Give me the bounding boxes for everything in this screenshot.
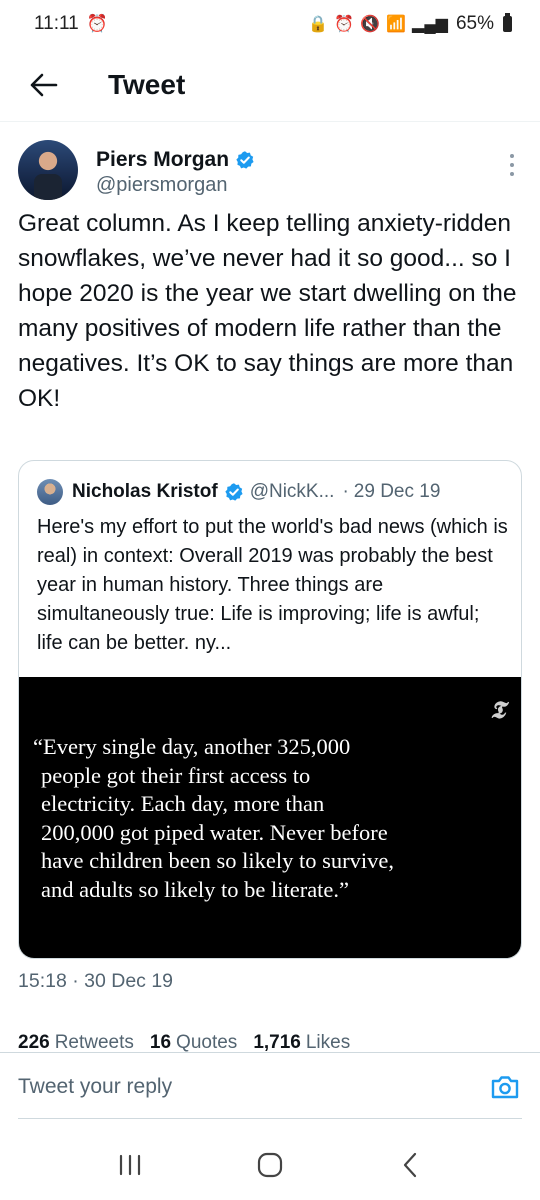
engagement-stats: 226 Retweets 16 Quotes 1,716 Likes (18, 1032, 522, 1052)
more-options-button[interactable] (500, 150, 524, 180)
quote-image-text: “Every single day, another 325,000 peopl… (33, 733, 493, 904)
chevron-left-icon (403, 1152, 417, 1178)
avatar[interactable] (18, 140, 78, 200)
camera-button[interactable] (488, 1070, 522, 1104)
battery-icon (503, 13, 512, 32)
author-handle[interactable]: @piersmorgan (96, 174, 255, 197)
retweets-label: Retweets (54, 1032, 134, 1052)
reply-bar: Tweet your reply (0, 1052, 540, 1120)
mute-icon: 🔇 (360, 16, 381, 33)
status-bar: 11:11 ⏰ 🔒 ⏰ 🔇 📶 ▂▄▆ 65% (0, 0, 540, 48)
home-button[interactable] (240, 1140, 300, 1190)
camera-icon (491, 1075, 519, 1098)
quote-text: Here's my effort to put the world's bad … (37, 516, 508, 654)
signal-icon: ▂▄▆ (412, 16, 448, 33)
retweets-count: 226 (18, 1032, 50, 1052)
likes-stat[interactable]: 1,716 Likes (253, 1032, 350, 1052)
likes-count: 1,716 (253, 1032, 301, 1052)
alarm-icon: ⏰ (86, 14, 108, 33)
image-text-line: 200,000 got piped water. Never before (41, 819, 388, 845)
back-nav-button[interactable] (380, 1140, 440, 1190)
nyt-logo-icon: 𝕿 (490, 695, 505, 724)
more-dot (510, 154, 514, 158)
image-text-line: people got their first access to (41, 762, 311, 788)
quote-image[interactable]: 𝕿 “Every single day, another 325,000 peo… (19, 677, 521, 958)
quotes-stat[interactable]: 16 Quotes (150, 1032, 237, 1052)
page-title: Tweet (108, 68, 186, 100)
recent-apps-icon (119, 1154, 141, 1176)
tweet-author: Piers Morgan @piersmorgan (18, 140, 528, 204)
image-text-line: “Every single day, another 325,000 (33, 734, 351, 759)
quotes-count: 16 (149, 1032, 172, 1052)
lock-icon: 🔒 (308, 16, 329, 33)
system-nav-bar (0, 1130, 540, 1200)
image-text-line: electricity. Each day, more than (41, 791, 325, 816)
quote-author-handle: @NickK... (249, 481, 335, 502)
tweet-text: Great column. As I keep telling anxiety-… (18, 210, 517, 412)
tweet-timestamp[interactable]: 15:18 · 30 Dec 19 (18, 970, 173, 993)
alarm-icon: ⏰ (334, 16, 355, 33)
author-names: Piers Morgan @piersmorgan (96, 140, 255, 204)
author-name-line: Piers Morgan (96, 148, 255, 172)
recent-apps-button[interactable] (100, 1140, 160, 1190)
verified-badge-icon (236, 150, 254, 169)
wifi-icon: 📶 (386, 16, 407, 33)
status-time: 11:11 (34, 13, 79, 34)
author-name[interactable]: Piers Morgan (96, 148, 229, 172)
battery-level: 65% (455, 13, 494, 34)
reply-divider (18, 1118, 522, 1119)
more-dot (510, 172, 514, 176)
quote-date: 29 Dec 19 (353, 481, 441, 502)
more-dot (510, 163, 514, 167)
quoted-tweet-card[interactable]: Nicholas Kristof @NickK... · 29 Dec 19 H… (18, 460, 522, 959)
quote-separator: · (342, 481, 349, 502)
image-text-line: have children been so likely to survive, (41, 848, 395, 873)
verified-badge-icon (225, 483, 243, 501)
image-text-line: and adults so likely to be literate.” (41, 876, 350, 902)
arrow-left-icon (30, 73, 58, 96)
quote-author-name: Nicholas Kristof (72, 481, 218, 502)
home-icon (257, 1152, 283, 1178)
status-icons: 🔒 ⏰ 🔇 📶 ▂▄▆ 65% (308, 13, 512, 35)
quote-avatar (37, 479, 63, 505)
back-button[interactable] (22, 63, 66, 107)
top-app-bar: Tweet (0, 48, 540, 122)
retweets-stat[interactable]: 226 Retweets (18, 1032, 134, 1052)
quote-author-row: Nicholas Kristof @NickK... · 29 Dec 19 (37, 479, 507, 505)
reply-input[interactable]: Tweet your reply (18, 1075, 488, 1099)
likes-label: Likes (305, 1032, 351, 1052)
quotes-label: Quotes (176, 1032, 238, 1052)
